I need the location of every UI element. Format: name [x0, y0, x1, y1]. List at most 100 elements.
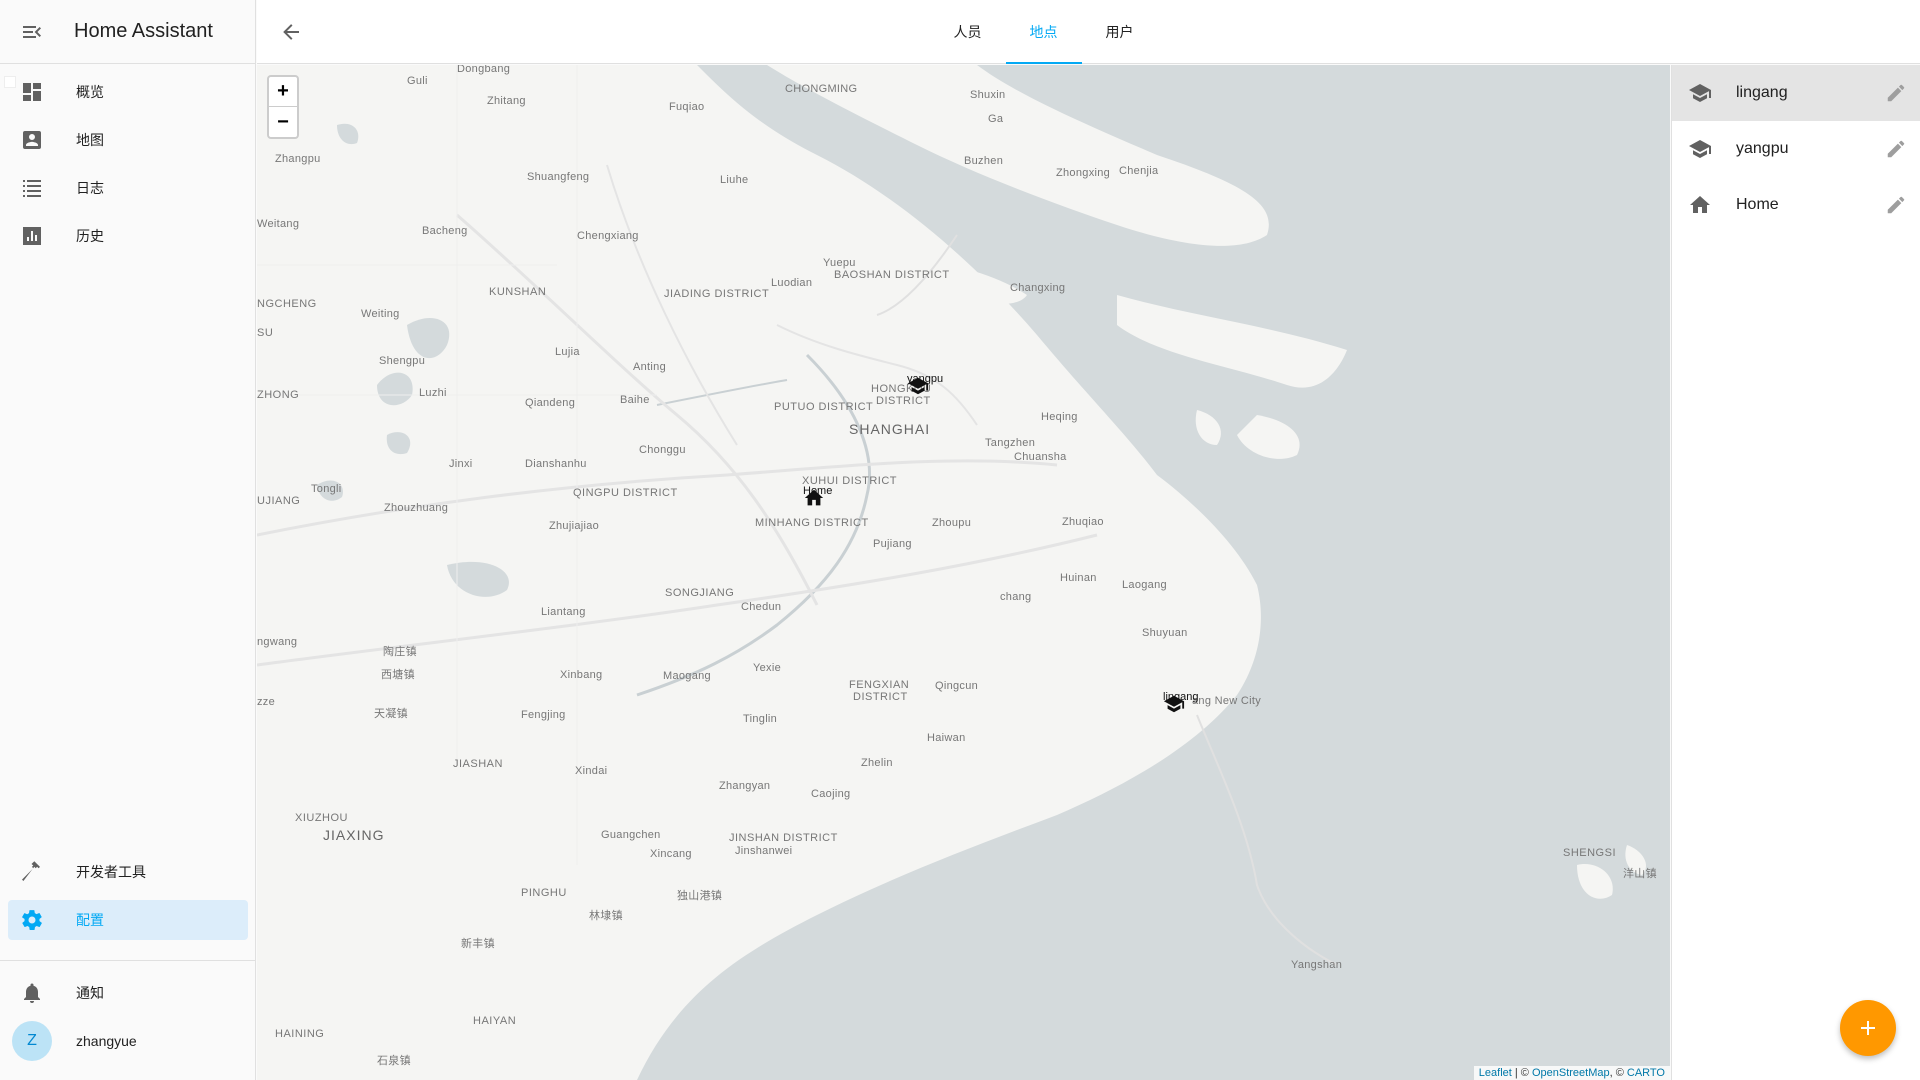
map-label: NGCHENG [257, 298, 317, 310]
zoom-out-button[interactable]: − [269, 107, 297, 137]
zone-name: yangpu [1736, 140, 1789, 157]
leaflet-link[interactable]: Leaflet [1479, 1067, 1512, 1079]
avatar-wrap: Z [8, 1021, 56, 1061]
edit-zone-button[interactable] [1872, 194, 1920, 216]
carto-link[interactable]: CARTO [1627, 1067, 1665, 1079]
zone-item-home[interactable]: Home [1672, 177, 1920, 233]
sidebar-item-map[interactable]: 地图 [8, 120, 248, 160]
tab-users[interactable]: 用户 [1082, 0, 1158, 64]
map-label: Fuqiao [669, 101, 705, 113]
app-root: Home Assistant 概览 地图 日志 历史 开发者工具 配置 通知 Z… [0, 0, 1920, 1080]
map-label: Buzhen [964, 155, 1004, 167]
shoal [1195, 410, 1221, 445]
map-label: Chuansha [1014, 451, 1067, 463]
sidebar-divider [0, 960, 256, 961]
zone-item-lingang[interactable]: lingang [1672, 65, 1920, 121]
map-label: zze [257, 696, 276, 708]
sidebar-item-logbook[interactable]: 日志 [8, 168, 248, 208]
map-label: MINHANG DISTRICT [755, 517, 869, 529]
avatar: Z [12, 1021, 52, 1061]
add-zone-button[interactable] [1840, 1000, 1896, 1056]
sidebar-item-overview[interactable]: 概览 [8, 72, 248, 112]
map-label: JIASHAN [453, 758, 503, 770]
map-label: BAOSHAN DISTRICT [834, 269, 950, 281]
sidebar-item-history[interactable]: 历史 [8, 216, 248, 256]
user-name: zhangyue [76, 1033, 137, 1049]
map-label: ang New City [1192, 695, 1262, 707]
map-label: Anting [633, 361, 666, 373]
top-bar: 人员 地点 用户 [257, 0, 1920, 64]
sidebar-item-notifications[interactable]: 通知 [8, 973, 248, 1013]
menu-open-icon [23, 25, 41, 38]
map-label: CHONGMING [785, 83, 858, 95]
app-title: Home Assistant [74, 20, 213, 42]
map-label: Zhangpu [275, 153, 321, 165]
map-label: Caojing [811, 788, 851, 800]
map-label: JINSHAN DISTRICT [729, 832, 838, 844]
map-label: Luodian [771, 277, 813, 289]
map-label: SONGJIANG [665, 587, 735, 599]
edit-zone-button[interactable] [1872, 138, 1920, 160]
map-label: Guli [407, 75, 428, 87]
map-label: Yuepu [823, 257, 856, 269]
map-label: Changxing [1010, 282, 1066, 294]
menu-toggle-button[interactable] [0, 0, 64, 64]
shoal [1237, 415, 1300, 459]
map-label: Zhelin [861, 757, 893, 769]
map-label: Xinbang [560, 669, 603, 681]
map-label: Tangzhen [985, 437, 1036, 449]
map-label: Haiwan [927, 732, 966, 744]
map-label: Laogang [1122, 579, 1167, 591]
map-label: Baihe [620, 394, 650, 406]
map-label: QINGPU DISTRICT [573, 487, 678, 499]
pencil-icon [1887, 140, 1905, 158]
school-icon [1672, 81, 1728, 105]
map-label: Yexie [753, 662, 782, 674]
edit-zone-button[interactable] [1872, 82, 1920, 104]
zone-item-yangpu[interactable]: yangpu [1672, 121, 1920, 177]
zoom-in-button[interactable]: + [269, 77, 297, 107]
map-marker-yangpu[interactable]: yangpu [907, 373, 943, 395]
map-label: Shengpu [379, 355, 426, 367]
map-label: 洋山镇 [1623, 868, 1657, 880]
sidebar-item-label: 日志 [76, 180, 104, 196]
map-marker-lingang[interactable]: lingang [1163, 691, 1198, 713]
map-label: Lujia [555, 346, 580, 358]
map-label: 独山港镇 [677, 890, 723, 902]
map-label: SHENGSI [1563, 847, 1617, 859]
dashboard-icon [8, 80, 56, 104]
map-label: Tongli [311, 483, 342, 495]
map-label: Maogang [663, 670, 711, 682]
map-label: Shuyuan [1142, 627, 1188, 639]
sidebar-item-label: 配置 [76, 912, 104, 928]
map-label: Xindai [575, 765, 608, 777]
map-label: KUNSHAN [489, 286, 547, 298]
attribution-sep: , © [1609, 1067, 1627, 1079]
map-label: JIAXING [323, 827, 385, 843]
map-label: Liuhe [720, 174, 749, 186]
map-label: Shuangfeng [527, 171, 590, 183]
osm-link[interactable]: OpenStreetMap [1532, 1067, 1610, 1079]
map-label: Luzhi [419, 387, 447, 399]
zone-map[interactable]: + − CHONGMING Shuxin Ga Buzhen Zhongxing… [257, 65, 1670, 1080]
map-marker-home[interactable]: Home [803, 485, 832, 506]
map-label: PINGHU [521, 887, 567, 899]
tab-persons[interactable]: 人员 [930, 0, 1006, 64]
sidebar-item-developer-tools[interactable]: 开发者工具 [8, 852, 248, 892]
map-label: Chengxiang [577, 230, 639, 242]
map-label: Xincang [650, 848, 692, 860]
map-label: Weiting [361, 308, 400, 320]
map-label: 天凝镇 [374, 708, 408, 720]
map-label: Liantang [541, 606, 586, 618]
map-label: Huinan [1060, 572, 1097, 584]
sidebar-item-config[interactable]: 配置 [8, 900, 248, 940]
sidebar-item-profile[interactable]: Z zhangyue [8, 1021, 248, 1061]
map-label: Jinxi [449, 458, 473, 470]
tab-zones[interactable]: 地点 [1005, 0, 1082, 64]
sidebar: Home Assistant 概览 地图 日志 历史 开发者工具 配置 通知 Z… [0, 0, 256, 1080]
map-label: Zhitang [487, 95, 526, 107]
map-label: Zhangyan [719, 780, 771, 792]
map-label: 西塘镇 [381, 669, 415, 681]
zone-list: lingang yangpu Home [1671, 65, 1920, 1080]
tab-bar: 人员 地点 用户 [257, 0, 1920, 64]
